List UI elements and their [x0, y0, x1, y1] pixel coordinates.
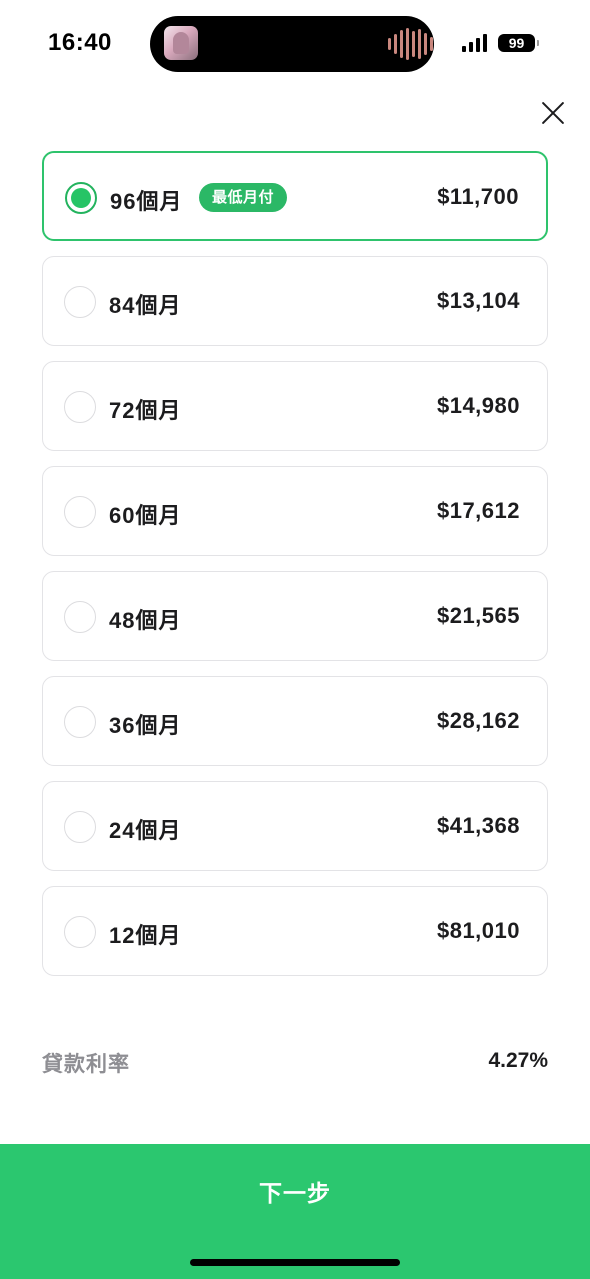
radio-unselected-icon[interactable]	[64, 811, 96, 843]
status-time: 16:40	[48, 29, 112, 56]
term-option-72[interactable]: 72個月 $14,980	[42, 361, 548, 451]
term-option-48[interactable]: 48個月 $21,565	[42, 571, 548, 661]
term-label: 24個月	[109, 818, 182, 843]
now-playing-artwork	[164, 26, 198, 60]
term-label: 84個月	[109, 293, 182, 318]
term-label: 96個月	[110, 189, 183, 214]
radio-unselected-icon[interactable]	[64, 916, 96, 948]
signal-bars-icon	[462, 34, 487, 52]
term-label: 12個月	[109, 923, 182, 948]
term-label: 60個月	[109, 503, 182, 528]
term-option-36[interactable]: 36個月 $28,162	[42, 676, 548, 766]
radio-unselected-icon[interactable]	[64, 496, 96, 528]
home-indicator[interactable]	[190, 1259, 400, 1266]
dynamic-island[interactable]	[150, 16, 434, 72]
monthly-payment: $14,980	[436, 393, 520, 418]
term-option-12[interactable]: 12個月 $81,010	[42, 886, 548, 976]
radio-unselected-icon[interactable]	[64, 706, 96, 738]
term-option-24[interactable]: 24個月 $41,368	[42, 781, 548, 871]
battery-icon: 99	[498, 34, 539, 52]
monthly-payment: $41,368	[436, 813, 520, 838]
radio-unselected-icon[interactable]	[64, 286, 96, 318]
term-option-list: 96個月 最低月付 $11,700 84個月 $13,104 72個月 $14,…	[42, 151, 548, 991]
radio-unselected-icon[interactable]	[64, 391, 96, 423]
radio-unselected-icon[interactable]	[64, 601, 96, 633]
next-step-label: 下一步	[259, 1180, 331, 1206]
monthly-payment: $21,565	[436, 603, 520, 628]
term-label: 48個月	[109, 608, 182, 633]
monthly-payment: $17,612	[436, 498, 520, 523]
audio-waveform-icon	[388, 28, 433, 60]
term-option-96[interactable]: 96個月 最低月付 $11,700	[42, 151, 548, 241]
battery-level: 99	[508, 35, 525, 51]
monthly-payment: $11,700	[437, 184, 519, 209]
term-option-84[interactable]: 84個月 $13,104	[42, 256, 548, 346]
radio-selected-icon[interactable]	[65, 182, 97, 214]
monthly-payment: $28,162	[436, 708, 520, 733]
loan-term-screen: 16:40 99 96個月 最低月付 $11,700 84個月 $13,104	[0, 0, 590, 1279]
lowest-monthly-badge: 最低月付	[199, 183, 288, 212]
term-label: 36個月	[109, 713, 182, 738]
monthly-payment: $13,104	[436, 288, 520, 313]
monthly-payment: $81,010	[436, 918, 520, 943]
term-option-60[interactable]: 60個月 $17,612	[42, 466, 548, 556]
term-label: 72個月	[109, 398, 182, 423]
loan-rate-value: 4.27%	[488, 1049, 548, 1072]
loan-rate-label: 貸款利率	[42, 1053, 130, 1076]
close-icon[interactable]	[536, 96, 570, 130]
